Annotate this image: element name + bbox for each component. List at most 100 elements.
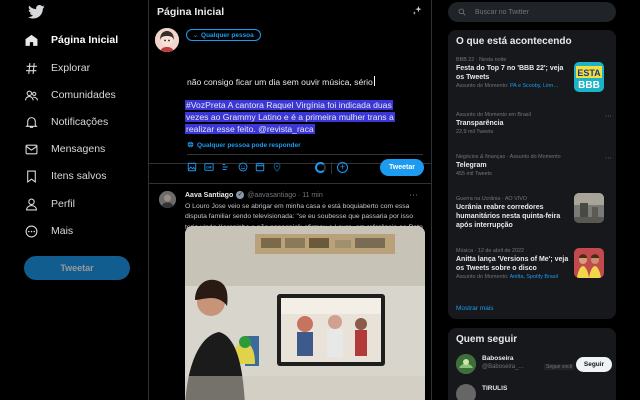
more-options-icon[interactable]: ⋯ <box>409 190 418 201</box>
timeline-header: Página Inicial <box>149 0 431 24</box>
bird-logo-icon[interactable] <box>28 5 45 19</box>
trend-more-icon[interactable]: ⋯ <box>605 154 612 162</box>
tweet-author-handle: @aavasantiago · 11 min <box>247 191 323 199</box>
selected-line: vezes ao Grammy Latino e é a primeira mu… <box>185 112 395 123</box>
trend-meta-accent: PA e Scooby, Linn… <box>509 83 559 89</box>
follow-suggestion[interactable]: Baboseira @Baboseira_... Segue você Segu… <box>456 354 612 376</box>
trend-thumbnail-bbb: ESTA BBB <box>574 62 604 92</box>
trend-title: Transparência <box>456 120 504 127</box>
trend-meta: 455 mil Tweets <box>456 171 492 177</box>
hashtag-icon <box>22 59 40 77</box>
nav-item-messages[interactable]: Mensagens <box>22 137 105 161</box>
page-title: Página Inicial <box>157 6 225 18</box>
nav-label: Perfil <box>51 198 75 210</box>
trend-meta: Assunto do Momento: Anitta, Spotify Bras… <box>456 274 570 281</box>
divider <box>187 154 423 155</box>
text-caret <box>373 76 375 86</box>
trend-meta-accent: Anitta, Spotify Brasil <box>509 274 558 280</box>
trend-title: Festa do Top 7 no 'BBB 22'; veja os Twee… <box>456 65 564 81</box>
trend-meta: 22,9 mil Tweets <box>456 129 494 135</box>
nav-item-more[interactable]: Mais <box>22 219 73 243</box>
nav-item-notifications[interactable]: Notificações <box>22 110 108 134</box>
selected-line: realizar esse feito. @revista_raca <box>185 124 315 135</box>
follow-name[interactable]: TIRULIS <box>482 385 507 392</box>
compose-text[interactable]: não consigo ficar um dia sem ouvir músic… <box>187 76 375 87</box>
search-bar[interactable] <box>448 2 616 22</box>
reply-setting[interactable]: Qualquer pessoa pode responder <box>187 141 301 150</box>
search-input[interactable] <box>475 8 595 16</box>
nav-item-home[interactable]: Página Inicial <box>22 28 118 52</box>
image-icon[interactable] <box>186 161 197 172</box>
home-icon <box>22 31 40 49</box>
follow-name[interactable]: Baboseira <box>482 355 513 362</box>
trend-item[interactable]: Assunto do Momento em Brasil Transparênc… <box>456 112 612 136</box>
who-to-follow-panel: Quem seguir Baboseira @Baboseira_... Seg… <box>448 328 616 400</box>
gif-icon[interactable]: GIF <box>203 161 214 172</box>
main-timeline: Página Inicial ⌄ Qualquer pessoa não con… <box>148 0 432 400</box>
tweet-media-image[interactable] <box>185 226 425 400</box>
tweet-author-name[interactable]: Aava Santiago <box>185 192 233 199</box>
trend-title: Anitta lança 'Versions of Me'; veja os T… <box>456 256 569 272</box>
left-nav: Página Inicial Explorar Comunidades Noti… <box>0 0 148 400</box>
add-thread-icon[interactable]: + <box>337 162 348 173</box>
nav-item-explore[interactable]: Explorar <box>22 56 90 80</box>
trend-more-icon[interactable]: ⋯ <box>605 112 612 120</box>
communities-icon <box>22 86 40 104</box>
poll-icon[interactable] <box>220 161 231 172</box>
trend-item[interactable]: Negócios & finanças · Assunto do Momento… <box>456 154 612 178</box>
nav-item-profile[interactable]: Perfil <box>22 192 75 216</box>
location-icon[interactable] <box>271 161 282 172</box>
tweet-card[interactable]: Aava Santiago ✓ @aavasantiago · 11 min ⋯… <box>149 184 431 241</box>
avatar[interactable] <box>456 354 476 374</box>
tweet-header: Aava Santiago ✓ @aavasantiago · 11 min <box>185 191 323 199</box>
trend-title: Ucrânia reabre corredores humanitários n… <box>456 204 561 229</box>
trends-panel: O que está acontecendo BBB 22 · Nesta no… <box>448 30 616 319</box>
follows-you-badge: Segue você <box>544 364 575 370</box>
trends-title: O que está acontecendo <box>456 36 572 47</box>
nav-item-communities[interactable]: Comunidades <box>22 83 116 107</box>
follow-handle: @Baboseira_... <box>482 364 524 370</box>
globe-icon <box>187 141 194 150</box>
compose-toolbar: GIF + Tweetar <box>149 159 431 184</box>
nav-label: Explorar <box>51 62 91 74</box>
follow-title: Quem seguir <box>456 334 518 345</box>
trend-context: Negócios & finanças · Assunto do Momento <box>456 154 561 160</box>
follow-button[interactable]: Seguir <box>576 357 612 372</box>
trend-title: Telegram <box>456 162 487 169</box>
svg-text:ESTA: ESTA <box>577 68 601 78</box>
nav-label: Página Inicial <box>51 34 119 46</box>
selected-text[interactable]: #VozPreta A cantora Raquel Virgínia foi … <box>185 99 417 136</box>
avatar[interactable] <box>456 384 476 400</box>
envelope-icon <box>22 140 40 158</box>
submit-tweet-button[interactable]: Tweetar <box>380 159 424 176</box>
bell-icon <box>22 113 40 131</box>
draft-first-line: não consigo ficar um dia sem ouvir músic… <box>187 77 373 87</box>
nav-label: Notificações <box>51 116 109 128</box>
schedule-icon[interactable] <box>254 161 265 172</box>
sparkle-icon[interactable] <box>412 3 423 21</box>
chevron-down-icon: ⌄ <box>193 32 199 39</box>
divider <box>331 162 332 174</box>
trend-thumbnail-anitta <box>574 248 604 278</box>
character-count-ring-icon <box>315 162 326 173</box>
reply-setting-label: Qualquer pessoa pode responder <box>197 142 301 149</box>
bookmark-icon <box>22 167 40 185</box>
trend-meta-label: Assunto do Momento: <box>456 83 509 89</box>
compose-box: ⌄ Qualquer pessoa não consigo ficar um d… <box>149 24 431 164</box>
more-circle-icon <box>22 222 40 240</box>
audience-selector[interactable]: ⌄ Qualquer pessoa <box>186 29 261 41</box>
nav-label: Itens salvos <box>51 170 107 182</box>
selected-line: #VozPreta A cantora Raquel Virgínia foi … <box>185 100 393 110</box>
svg-text:BBB: BBB <box>578 80 600 91</box>
person-icon <box>22 195 40 213</box>
show-more-link[interactable]: Mostrar mais <box>456 305 494 312</box>
nav-label: Mais <box>51 225 74 237</box>
emoji-icon[interactable] <box>237 161 248 172</box>
search-icon <box>458 3 466 21</box>
nav-label: Mensagens <box>51 143 106 155</box>
nav-item-bookmarks[interactable]: Itens salvos <box>22 164 106 188</box>
tweet-button[interactable]: Tweetar <box>24 256 130 280</box>
follow-suggestion[interactable]: TIRULIS <box>456 384 612 400</box>
tweet-author-avatar[interactable] <box>159 191 176 208</box>
user-avatar[interactable] <box>155 28 179 52</box>
